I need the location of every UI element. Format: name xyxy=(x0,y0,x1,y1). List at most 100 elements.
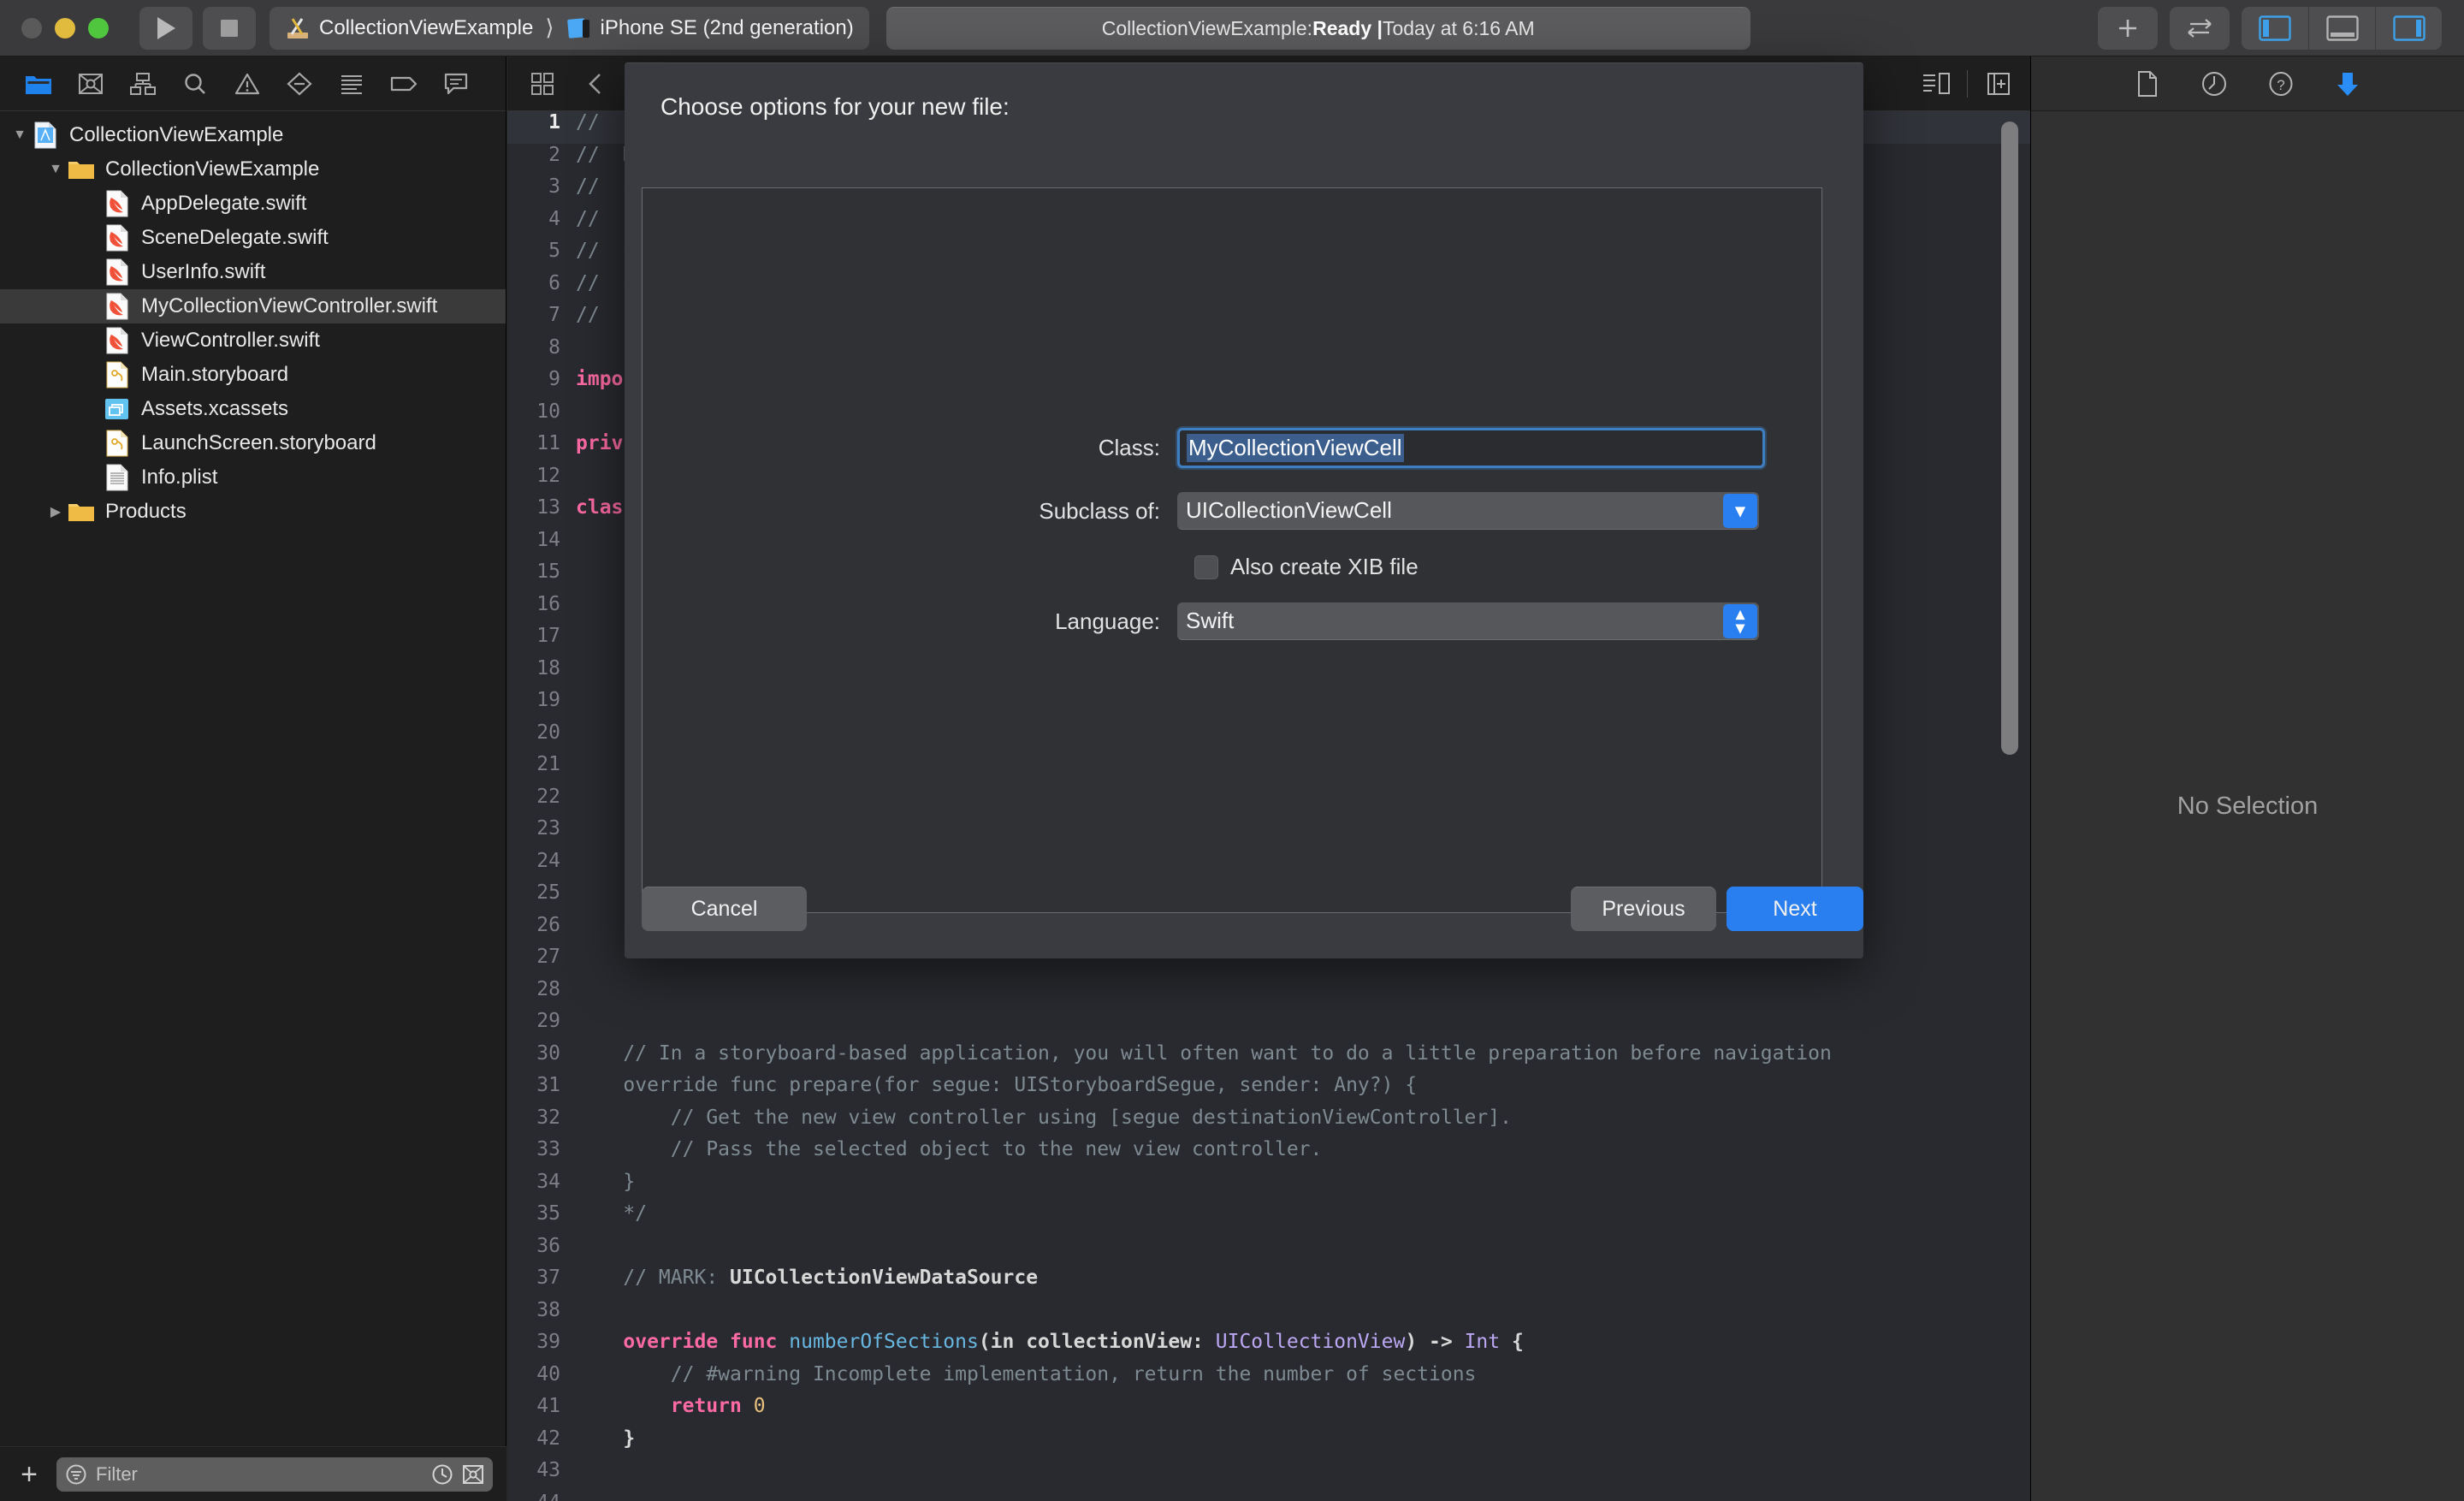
class-label: Class: xyxy=(1098,435,1160,460)
tree-row-project[interactable]: ▼ CollectionViewExample xyxy=(0,118,506,152)
dialog-title: Choose options for your new file: xyxy=(660,93,1010,120)
add-file-button[interactable]: + xyxy=(14,1460,44,1489)
tree-row-label: LaunchScreen.storyboard xyxy=(141,431,376,454)
zoom-window-button[interactable] xyxy=(88,17,109,39)
close-window-button[interactable] xyxy=(21,17,42,39)
plus-icon xyxy=(2119,19,2136,37)
line-number: 26 xyxy=(536,913,560,936)
line-number: 24 xyxy=(536,849,560,872)
inspector-panel: ? No Selection xyxy=(2030,56,2464,1501)
tree-row-products[interactable]: ▶ Products xyxy=(0,495,506,529)
code-line: 40 // #warning Incomplete implementation… xyxy=(507,1363,2030,1396)
tree-row-file-appdelegate[interactable]: ▶ AppDelegate.swift xyxy=(0,187,506,221)
next-button[interactable]: Next xyxy=(1727,887,1863,931)
run-button[interactable] xyxy=(139,6,192,50)
status-time: Today at 6:16 AM xyxy=(1382,16,1535,39)
code-line: 38 xyxy=(507,1299,2030,1332)
code-line: 43 xyxy=(507,1459,2030,1492)
chevron-up-down-icon[interactable]: ▴ ▾ xyxy=(1723,604,1757,638)
editor-scrollbar[interactable] xyxy=(2001,122,2018,755)
tree-row-file-mycollectionviewcontroller[interactable]: ▶ MyCollectionViewController.swift xyxy=(0,289,506,323)
toggle-navigator-button[interactable] xyxy=(2242,7,2308,50)
add-editor-button[interactable] xyxy=(1975,63,2023,104)
tree-row-label: AppDelegate.swift xyxy=(141,192,307,215)
cancel-button[interactable]: Cancel xyxy=(642,887,807,931)
line-number: 10 xyxy=(536,400,560,423)
swift-file-icon xyxy=(103,292,132,321)
tree-row-file-userinfo[interactable]: ▶ UserInfo.swift xyxy=(0,255,506,289)
library-button[interactable] xyxy=(2331,67,2365,101)
sidebar-item-project-navigator[interactable] xyxy=(12,62,64,105)
line-number: 9 xyxy=(548,368,560,390)
tab-quick-help[interactable]: ? xyxy=(2264,67,2298,101)
tab-history-inspector[interactable] xyxy=(2197,67,2231,101)
line-number: 5 xyxy=(548,240,560,262)
tree-row-label: Info.plist xyxy=(141,466,218,489)
line-number: 1 xyxy=(548,111,560,133)
add-button[interactable] xyxy=(2098,6,2158,50)
line-number: 19 xyxy=(536,689,560,711)
sidebar-item-symbol-navigator[interactable] xyxy=(116,62,169,105)
disclosure-triangle-open-icon[interactable]: ▼ xyxy=(44,162,67,177)
previous-button[interactable]: Previous xyxy=(1571,887,1716,931)
sidebar-item-breakpoint-navigator[interactable] xyxy=(377,62,429,105)
tree-row-group[interactable]: ▼ CollectionViewExample xyxy=(0,152,506,187)
related-items-button[interactable] xyxy=(516,62,569,105)
tab-file-inspector[interactable] xyxy=(2130,67,2165,101)
line-number: 34 xyxy=(536,1170,560,1193)
tree-row-label: SceneDelegate.swift xyxy=(141,226,329,249)
class-input[interactable]: MyCollectionViewCell xyxy=(1177,428,1765,468)
source-control-filter-icon[interactable] xyxy=(462,1463,484,1486)
toggle-inspector-button[interactable] xyxy=(2375,6,2442,50)
line-number: 13 xyxy=(536,496,560,519)
status-bar[interactable]: CollectionViewExample: Ready | Today at … xyxy=(886,6,1750,50)
line-number: 27 xyxy=(536,946,560,968)
sidebar-item-issue-navigator[interactable] xyxy=(221,62,273,105)
code-text: // xyxy=(576,304,600,326)
assistant-editor-icon xyxy=(1923,72,1950,94)
subclass-label: Subclass of: xyxy=(1039,497,1160,524)
simulator-icon xyxy=(566,17,589,39)
tree-row-file-viewcontroller[interactable]: ▶ ViewController.swift xyxy=(0,323,506,358)
editor-back-button[interactable] xyxy=(569,62,622,105)
filter-placeholder: Filter xyxy=(96,1462,138,1485)
sidebar-item-source-control-navigator[interactable] xyxy=(64,62,116,105)
chevron-down-icon[interactable]: ▾ xyxy=(1723,494,1757,528)
also-create-xib-checkbox[interactable] xyxy=(1194,555,1218,579)
filter-input[interactable]: Filter xyxy=(56,1457,493,1492)
toggle-editor-button[interactable] xyxy=(2170,6,2230,50)
disclosure-triangle-closed-icon[interactable]: ▶ xyxy=(44,503,67,520)
minimize-window-button[interactable] xyxy=(55,17,75,39)
tree-row-file-launchscreen[interactable]: ▶ LaunchScreen.storyboard xyxy=(0,426,506,460)
subclass-combobox[interactable]: UICollectionViewCell ▾ xyxy=(1177,492,1759,530)
tree-row-file-scenedelegate[interactable]: ▶ SceneDelegate.swift xyxy=(0,221,506,255)
line-number: 8 xyxy=(548,335,560,359)
swap-arrows-icon xyxy=(2188,18,2212,38)
search-icon xyxy=(184,73,205,94)
line-number: 4 xyxy=(548,207,560,230)
chevron-right-icon: ⟩ xyxy=(545,15,554,40)
language-select[interactable]: Swift ▴ ▾ xyxy=(1177,602,1759,640)
dialog-form: Class: MyCollectionViewCell Subclass of:… xyxy=(643,428,1821,664)
scheme-selector[interactable]: CollectionViewExample ⟩ iPhone SE (2nd g… xyxy=(270,6,869,50)
sidebar-item-find-navigator[interactable] xyxy=(169,62,221,105)
tree-row-file-main-storyboard[interactable]: ▶ Main.storyboard xyxy=(0,358,506,392)
sidebar-item-report-navigator[interactable] xyxy=(429,62,482,105)
disclosure-triangle-open-icon[interactable]: ▼ xyxy=(9,128,31,143)
tree-row-label: Main.storyboard xyxy=(141,363,289,386)
assistant-editor-button[interactable] xyxy=(1912,63,1960,104)
clock-icon[interactable] xyxy=(431,1463,453,1486)
sidebar-item-test-navigator[interactable] xyxy=(273,62,325,105)
code-line: 35 */ xyxy=(507,1202,2030,1235)
stop-button[interactable] xyxy=(203,6,256,50)
xcode-window: CollectionViewExample ⟩ iPhone SE (2nd g… xyxy=(0,0,2464,1501)
sidebar-item-debug-navigator[interactable] xyxy=(325,62,377,105)
code-line: 42 } xyxy=(507,1427,2030,1460)
tree-row-label: Products xyxy=(105,500,187,523)
window-controls xyxy=(0,17,109,39)
toggle-debug-area-button[interactable] xyxy=(2308,6,2375,50)
language-field-row: Language: Swift ▴ ▾ xyxy=(643,602,1821,640)
tree-row-file-assets[interactable]: ▶ Assets.xcassets xyxy=(0,392,506,426)
tree-row-label: MyCollectionViewController.swift xyxy=(141,294,438,317)
tree-row-file-infoplist[interactable]: ▶ Info.plist xyxy=(0,460,506,495)
